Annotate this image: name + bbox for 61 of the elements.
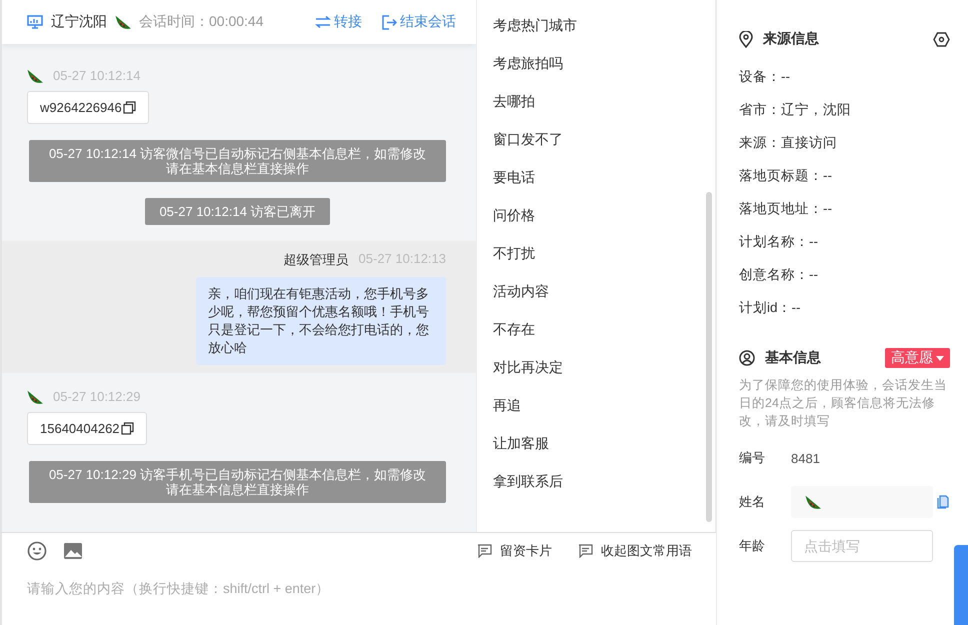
phrase-item[interactable]: 窗口发不了: [493, 130, 699, 150]
field-label: 年龄: [739, 537, 766, 555]
phrase-item[interactable]: 拿到联系后: [493, 472, 699, 492]
message-bubble: w9264226946: [27, 91, 149, 124]
message-icon: [477, 544, 492, 558]
message-bubble: 亲，咱们现在有钜惠活动，您手机号多少呢，帮您预留个优惠名额哦！手机号只是登记一下，不会给您打电话的，您放心哈: [196, 277, 446, 365]
phrase-item[interactable]: 不存在: [493, 320, 699, 340]
watermelon-icon: [115, 15, 131, 29]
watermelon-icon: [805, 495, 821, 509]
phrase-item[interactable]: 活动内容: [493, 282, 699, 302]
phrase-item[interactable]: 让加客服: [493, 434, 699, 454]
info-row-text: 落地页地址：--: [739, 200, 833, 218]
field-label: 编号: [739, 449, 766, 467]
message-icon: [578, 544, 593, 558]
monitor-icon: [27, 15, 43, 29]
message-time: 05-27 10:12:14: [53, 68, 140, 83]
phrase-item[interactable]: 去哪拍: [493, 92, 699, 112]
smiley-icon[interactable]: [27, 541, 47, 561]
image-icon[interactable]: [63, 542, 83, 560]
phrase-item[interactable]: 不打扰: [493, 244, 699, 264]
info-row-text: 省市：辽宁，沈阳: [739, 101, 852, 119]
user-circle-icon: [739, 350, 755, 366]
session-time: 会话时间：00:00:44: [139, 13, 264, 31]
watermelon-icon: [27, 68, 43, 82]
info-row-text: 创意名称：--: [739, 266, 819, 284]
field-value: 8481: [791, 450, 820, 466]
field-label: 姓名: [739, 493, 766, 511]
message-time: 05-27 10:12:29: [53, 389, 140, 404]
message-bubble: 15640404262: [27, 412, 147, 445]
section-title: 来源信息: [763, 30, 819, 48]
notice-text: 为了保障您的使用体验，会话发生当日的24点之后，顾客信息将无法修改，请及时填写: [739, 377, 948, 430]
swap-arrows-icon: [315, 16, 331, 28]
intent-dropdown[interactable]: 高意愿: [885, 348, 950, 368]
info-row-text: 计划id：--: [739, 299, 802, 317]
phrase-item[interactable]: 再追: [493, 396, 699, 416]
settings-icon[interactable]: [933, 32, 950, 46]
composer-link[interactable]: 收起图文常用语: [578, 542, 692, 560]
phrase-item[interactable]: 对比再决定: [493, 358, 699, 378]
scrollbar[interactable]: [706, 192, 712, 522]
copy-icon[interactable]: [122, 101, 136, 114]
section-title: 基本信息: [765, 349, 821, 367]
phrase-item[interactable]: 考虑旅拍吗: [493, 54, 699, 74]
agent-name: 超级管理员: [284, 251, 349, 269]
logout-icon: [382, 14, 397, 30]
info-row-text: 来源：直接访问: [739, 134, 838, 152]
info-row-text: 计划名称：--: [739, 233, 819, 251]
system-notice: 05-27 10:12:14 访客微信号已自动标记右侧基本信息栏，如需修改请在基本信息栏直接操作: [29, 140, 446, 182]
system-notice: 05-27 10:12:14 访客已离开: [145, 198, 330, 225]
phrase-item[interactable]: 要电话: [493, 168, 699, 188]
info-row-text: 落地页标题：--: [739, 167, 833, 185]
info-row-text: 设备：--: [739, 68, 791, 86]
composer-link[interactable]: 留资卡片: [477, 542, 552, 560]
phrase-item[interactable]: 问价格: [493, 206, 699, 226]
copy-icon[interactable]: [120, 422, 134, 435]
input-field[interactable]: 点击填写: [791, 530, 933, 562]
caret-icon: [936, 356, 944, 360]
system-notice: 05-27 10:12:29 访客手机号已自动标记右侧基本信息栏，如需修改请在基本信息栏直接操作: [29, 461, 446, 503]
visitor-location: 辽宁沈阳: [51, 13, 107, 31]
watermelon-icon: [27, 390, 43, 404]
location-pin-icon: [739, 30, 753, 48]
phrase-item[interactable]: 考虑热门城市: [493, 16, 699, 36]
